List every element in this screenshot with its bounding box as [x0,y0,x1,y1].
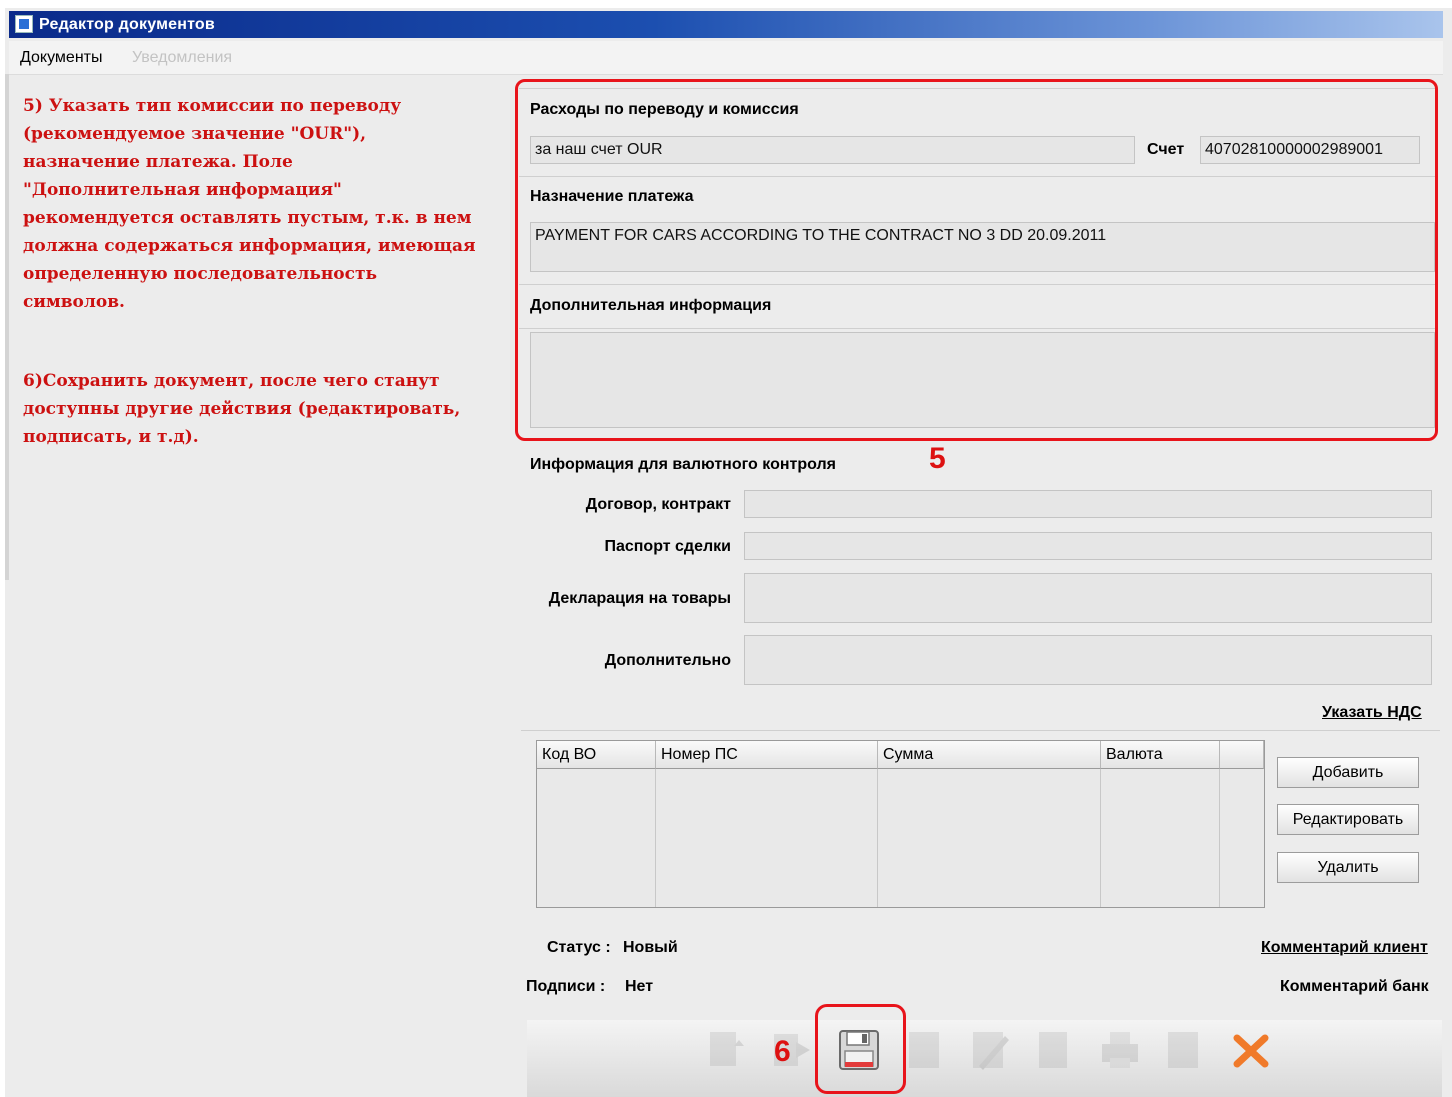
passport-label: Паспорт сделки [604,538,731,555]
table-column [537,769,656,907]
declaration-label: Декларация на товары [548,590,731,607]
divider [521,730,1440,731]
close-icon[interactable] [1229,1028,1273,1072]
signatures-value: Нет [625,978,654,995]
window-title: Редактор документов [39,16,215,33]
contract-field[interactable] [744,490,1432,518]
column-header-amount[interactable]: Сумма [878,741,1101,769]
client-comment-link[interactable]: Комментарий клиент [1261,939,1428,957]
title-bar[interactable]: Редактор документов [9,11,1443,38]
step5-line: рекомендуется оставлять пустым, т.к. в н… [23,208,472,228]
menu-bar: Документы Уведомления [9,41,1443,75]
step5-line: (рекомендуемое значение "OUR"), [23,124,367,144]
column-header-code[interactable]: Код ВО [537,741,656,769]
add-button[interactable]: Добавить [1277,757,1419,788]
menu-documents[interactable]: Документы [20,49,102,67]
table-column [878,769,1101,907]
contract-label: Договор, контракт [585,496,731,513]
template-icon[interactable] [903,1028,947,1072]
delete-button[interactable]: Удалить [1277,852,1419,883]
column-header-passport-number[interactable]: Номер ПС [656,741,878,769]
left-frame-edge [5,74,9,580]
step6-line: доступны другие действия (редактировать, [23,399,461,419]
signatures-label: Подписи : [526,978,606,995]
copy-icon[interactable] [1033,1028,1077,1072]
step5-line: символов. [23,292,125,312]
new-document-icon[interactable] [704,1028,748,1072]
status-value: Новый [623,939,678,956]
step5-marker: 5 [929,442,946,475]
edit-button[interactable]: Редактировать [1277,804,1419,835]
declaration-field[interactable] [744,573,1432,623]
app-icon [15,15,33,33]
table-column [1101,769,1220,907]
step6-marker: 6 [774,1035,791,1068]
edit-icon[interactable] [969,1028,1013,1072]
passport-field[interactable] [744,532,1432,560]
currency-control-title: Информация для валютного контроля [530,456,836,473]
step5-line: назначение платежа. Поле [23,152,293,172]
vat-link[interactable]: Указать НДС [1322,704,1422,722]
step6-line: подписать, и т.д). [23,427,199,447]
step5-line: 5) Указать тип комиссии по переводу [23,96,402,116]
step5-line: определенную последовательность [23,264,378,284]
extra-label: Дополнительно [604,652,731,669]
print-icon[interactable] [1098,1028,1142,1072]
delete-document-icon[interactable] [1162,1028,1206,1072]
step6-line: 6)Сохранить документ, после чего станут [23,371,440,391]
column-header-empty [1220,741,1264,769]
highlight-step5 [515,79,1438,441]
bank-comment-label: Комментарий банк [1280,978,1429,995]
step5-line: должна содержаться информация, имеющая [23,236,476,256]
status-label: Статус : [547,939,611,956]
step5-line: "Дополнительная информация" [23,180,342,200]
extra-field[interactable] [744,635,1432,685]
menu-notifications[interactable]: Уведомления [132,49,232,67]
operations-table[interactable]: Код ВО Номер ПС Сумма Валюта [536,740,1265,908]
column-header-currency[interactable]: Валюта [1101,741,1220,769]
highlight-step6 [815,1004,906,1094]
table-column [656,769,878,907]
